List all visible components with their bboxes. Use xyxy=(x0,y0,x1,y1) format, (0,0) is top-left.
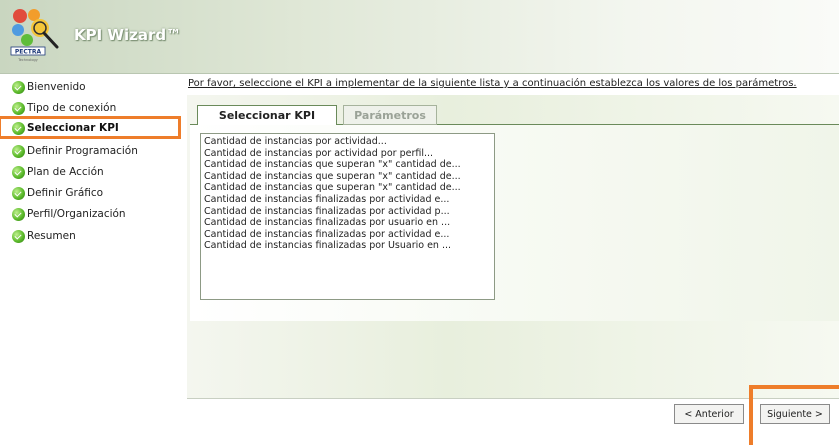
list-item[interactable]: Cantidad de instancias finalizadas por U… xyxy=(204,240,491,252)
list-item[interactable]: Cantidad de instancias finalizadas por a… xyxy=(204,194,491,206)
sidebar-item-bienvenido[interactable]: Bienvenido xyxy=(12,78,86,96)
app-title: KPI Wizard™ xyxy=(74,26,182,44)
sidebar-item-tipo-conexion[interactable]: Tipo de conexión xyxy=(12,99,116,117)
list-item[interactable]: Cantidad de instancias finalizadas por a… xyxy=(204,206,491,218)
pectra-logo: PECTRA Technology xyxy=(10,7,60,65)
check-circle-icon xyxy=(12,144,25,158)
list-item[interactable]: Cantidad de instancias finalizadas por u… xyxy=(204,217,491,229)
wizard-header: PECTRA Technology KPI Wizard™ xyxy=(0,0,839,74)
previous-button[interactable]: < Anterior xyxy=(674,404,744,424)
next-button-highlight xyxy=(749,385,839,445)
check-circle-icon xyxy=(12,80,25,94)
instruction-text: Por favor, seleccione el KPI a implement… xyxy=(188,78,797,89)
check-circle-icon xyxy=(12,229,25,243)
sidebar-item-label: Bienvenido xyxy=(27,81,86,93)
tab-seleccionar-kpi[interactable]: Seleccionar KPI xyxy=(197,105,337,125)
kpi-listbox[interactable]: Cantidad de instancias por actividad... … xyxy=(200,133,495,300)
check-circle-icon xyxy=(12,101,25,115)
active-step-highlight xyxy=(0,116,181,139)
sidebar-item-plan-accion[interactable]: Plan de Acción xyxy=(12,163,104,181)
sidebar-item-label: Definir Programación xyxy=(27,145,138,157)
footer-divider xyxy=(187,398,839,399)
list-item[interactable]: Cantidad de instancias que superan "x" c… xyxy=(204,171,491,183)
sidebar-item-definir-grafico[interactable]: Definir Gráfico xyxy=(12,184,103,202)
check-circle-icon xyxy=(12,207,25,221)
sidebar-item-label: Perfil/Organización xyxy=(27,208,126,220)
list-item[interactable]: Cantidad de instancias por actividad... xyxy=(204,136,491,148)
check-circle-icon xyxy=(12,186,25,200)
list-item[interactable]: Cantidad de instancias por actividad por… xyxy=(204,148,491,160)
sidebar-item-label: Tipo de conexión xyxy=(27,102,117,114)
sidebar-item-perfil-organizacion[interactable]: Perfil/Organización xyxy=(12,205,126,223)
list-item[interactable]: Cantidad de instancias finalizadas por a… xyxy=(204,229,491,241)
check-circle-icon xyxy=(12,165,25,179)
sidebar-item-label: Resumen xyxy=(27,230,76,242)
logo-subtext: Technology xyxy=(17,58,38,62)
sidebar-item-resumen[interactable]: Resumen xyxy=(12,227,76,245)
list-item[interactable]: Cantidad de instancias que superan "x" c… xyxy=(204,159,491,171)
tab-parametros[interactable]: Parámetros xyxy=(343,105,437,125)
sidebar-item-label: Plan de Acción xyxy=(27,166,104,178)
sidebar-item-label: Definir Gráfico xyxy=(27,187,104,199)
sidebar-item-definir-programacion[interactable]: Definir Programación xyxy=(12,142,138,160)
list-item[interactable]: Cantidad de instancias que superan "x" c… xyxy=(204,182,491,194)
logo-text: PECTRA xyxy=(15,49,42,56)
